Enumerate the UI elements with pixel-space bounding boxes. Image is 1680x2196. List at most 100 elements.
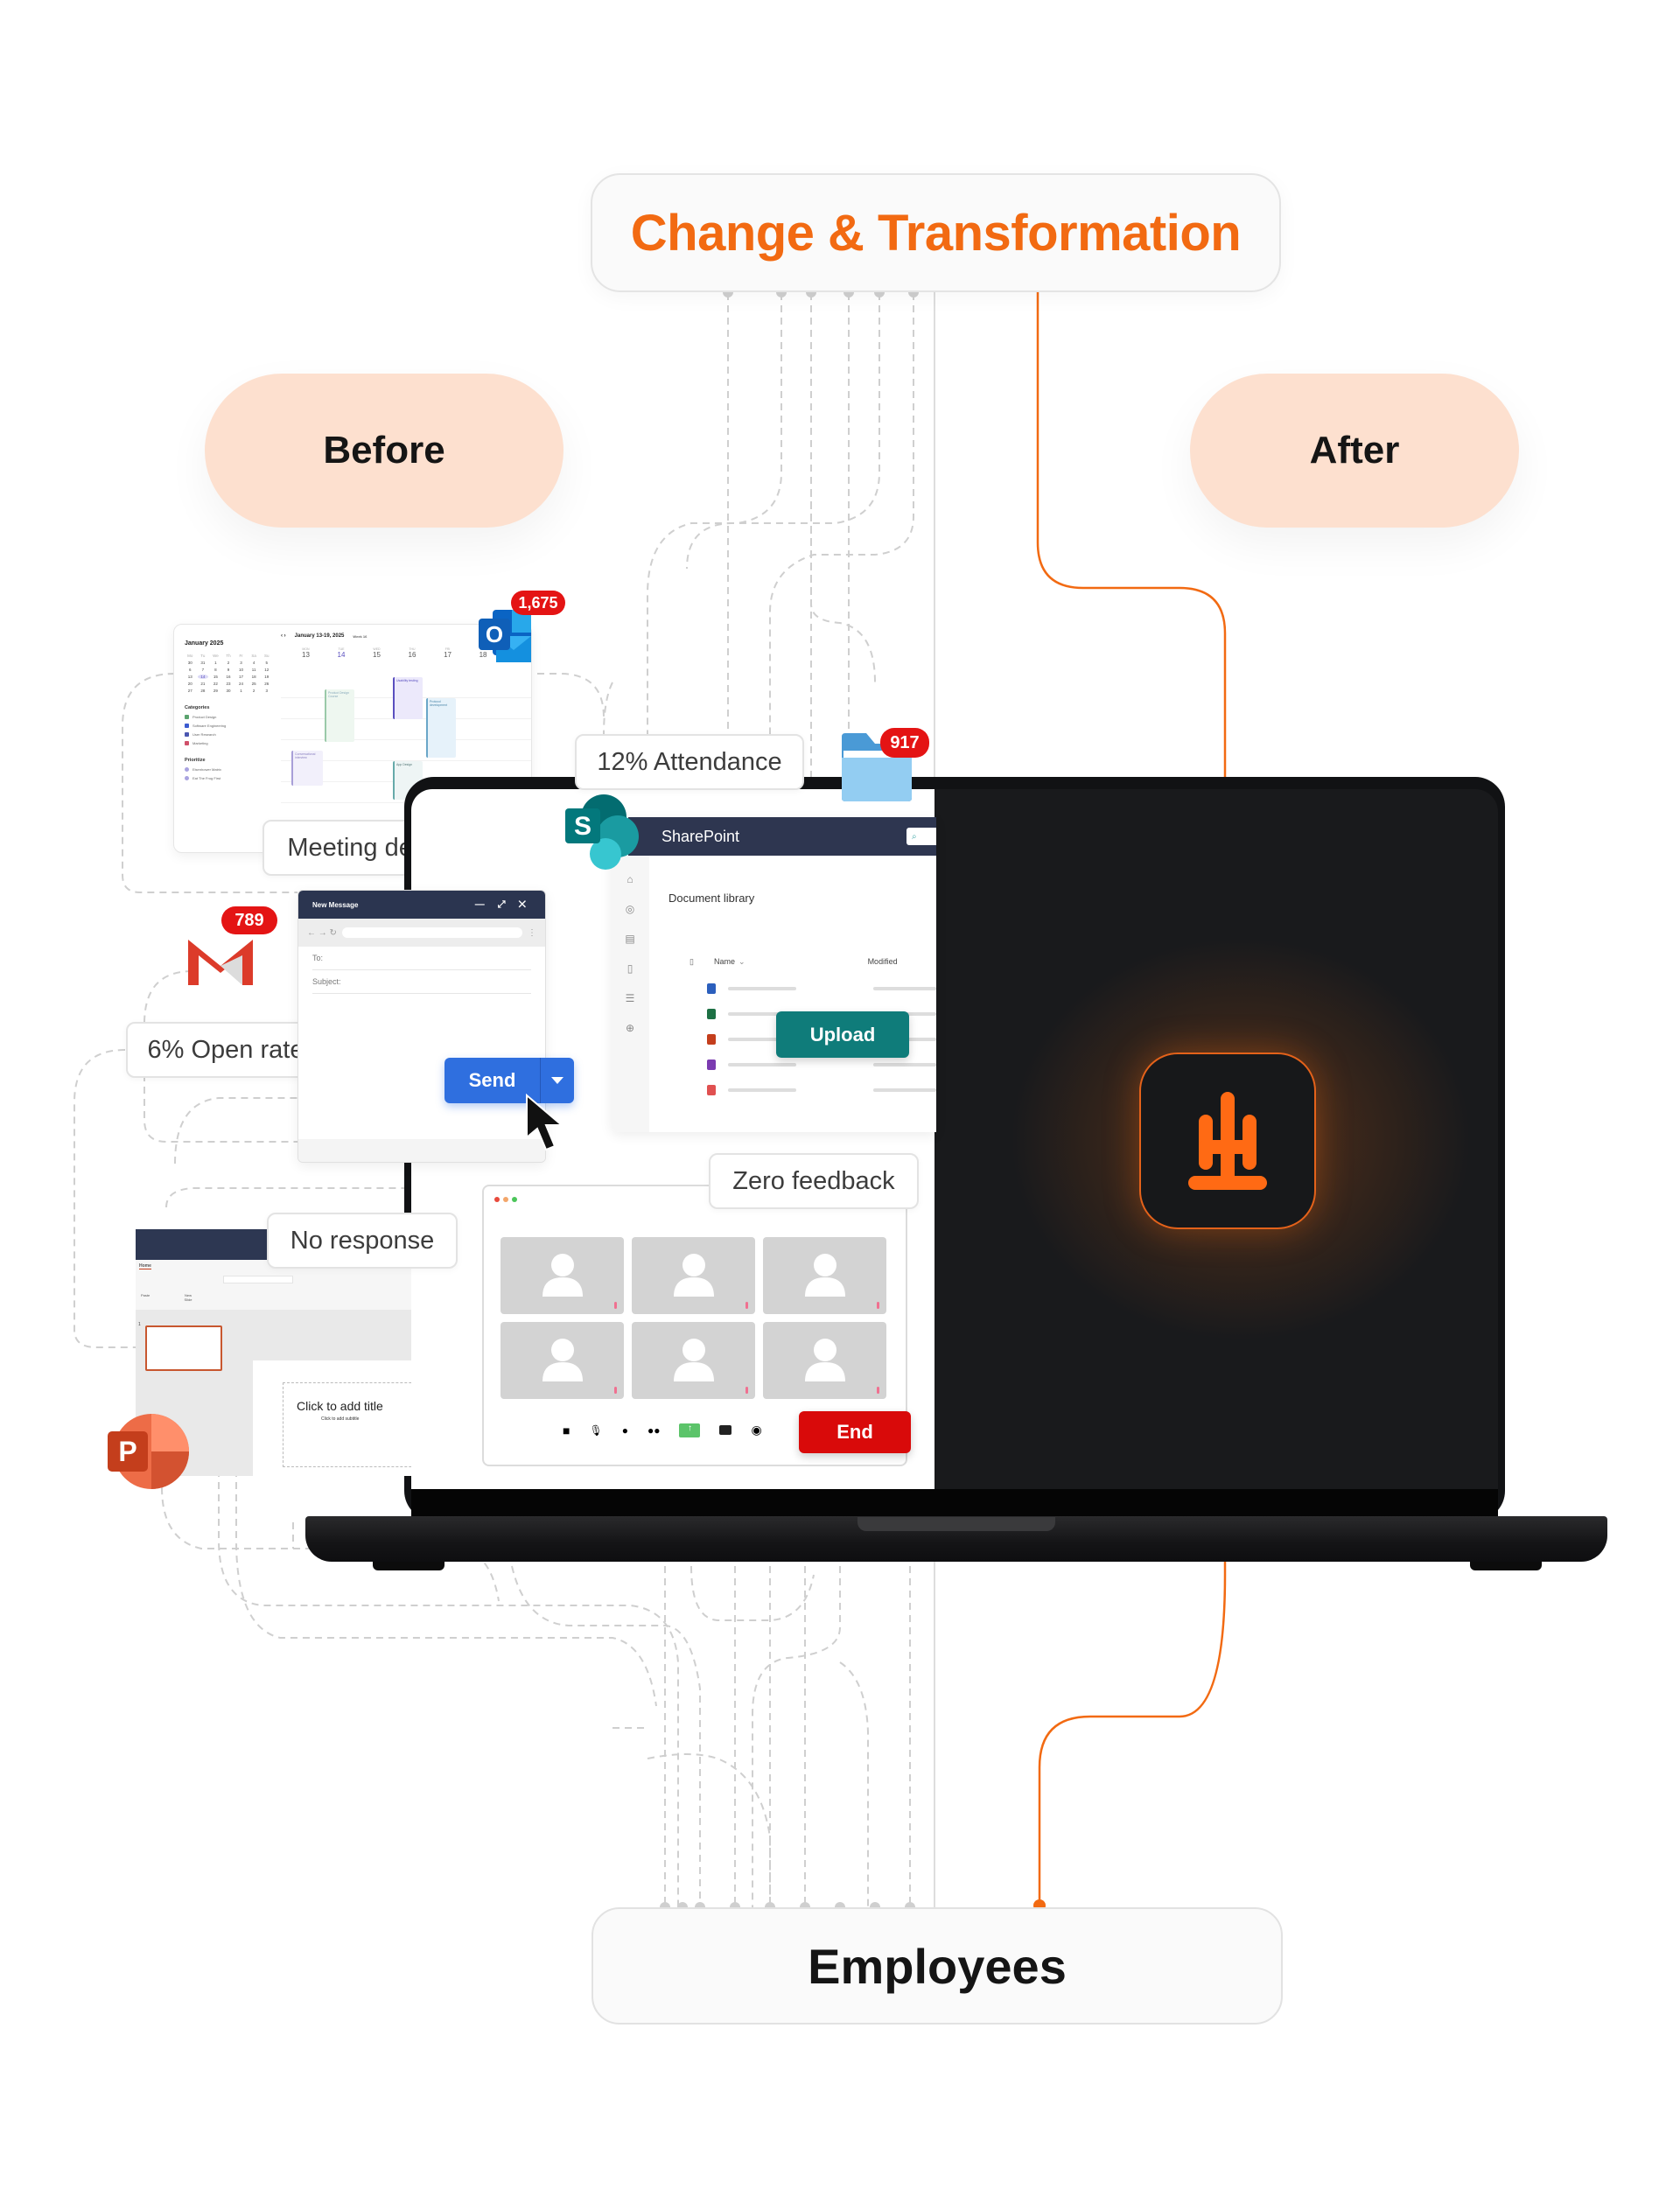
user-avatar-icon	[804, 1339, 845, 1381]
mini-calendar-date[interactable]: 30	[185, 661, 196, 665]
mini-calendar-date[interactable]: 3	[235, 661, 247, 665]
file-icon[interactable]	[707, 1060, 716, 1070]
calendar-event[interactable]: Product Design Course	[325, 689, 354, 742]
checkbox-icon[interactable]	[185, 715, 189, 719]
mini-calendar-date[interactable]: 18	[248, 675, 260, 679]
font-select[interactable]	[223, 1276, 293, 1283]
category-item[interactable]: Marketing	[185, 741, 272, 745]
address-bar[interactable]	[341, 927, 522, 938]
mini-calendar-date[interactable]: 5	[261, 661, 272, 665]
week-day-header[interactable]: MON 13	[302, 647, 310, 659]
mini-calendar-date[interactable]: 6	[185, 668, 196, 672]
checkbox-icon[interactable]	[185, 724, 189, 728]
mini-calendar-date[interactable]: 4	[248, 661, 260, 665]
category-item[interactable]: User Research	[185, 732, 272, 737]
col-name[interactable]: Name	[714, 957, 735, 967]
back-forward-icon[interactable]: ← → ↻	[307, 928, 337, 938]
col-modified[interactable]: Modified	[868, 957, 898, 967]
mini-calendar-date[interactable]: 23	[223, 682, 234, 686]
participant-icon[interactable]: ●	[622, 1424, 628, 1437]
home-icon[interactable]: ⌂	[611, 873, 649, 885]
mini-calendar-date[interactable]: 2	[223, 661, 234, 665]
mini-calendar-date[interactable]: 13	[185, 675, 196, 679]
end-call-button[interactable]: End	[799, 1411, 911, 1453]
checkbox-icon[interactable]	[185, 732, 189, 737]
mini-calendar-date[interactable]: 2	[248, 689, 260, 693]
participant-tile[interactable]	[763, 1322, 886, 1399]
mini-calendar-date[interactable]: 15	[210, 675, 221, 679]
mini-calendar-date[interactable]: 1	[235, 689, 247, 693]
more-icon[interactable]: ⋮	[528, 928, 536, 938]
file-icon[interactable]	[707, 1034, 716, 1045]
participants-icon[interactable]: ●●	[648, 1424, 661, 1437]
participant-tile[interactable]	[632, 1322, 755, 1399]
share-screen-icon[interactable]: ↑	[679, 1423, 701, 1437]
prev-next-icon[interactable]: ‹ ›	[281, 633, 286, 639]
add-icon[interactable]: ⊕	[611, 1022, 649, 1034]
file-icon[interactable]: ▯	[611, 962, 649, 975]
mini-calendar-date[interactable]: 8	[210, 668, 221, 672]
sharepoint-rail: ⌂ ◎ ▤ ▯ ☰ ⊕	[611, 856, 649, 1132]
microphone-icon[interactable]: 🎙	[589, 1424, 602, 1437]
file-icon[interactable]	[707, 1085, 716, 1095]
mini-calendar-date[interactable]: 21	[198, 682, 209, 686]
search-icon[interactable]: ⌕	[906, 828, 936, 845]
news-icon[interactable]: ▤	[611, 933, 649, 945]
mini-calendar-date[interactable]: 1	[210, 661, 221, 665]
category-item[interactable]: Software Engineering	[185, 724, 272, 728]
mini-calendar-date[interactable]: 29	[210, 689, 221, 693]
mini-calendar-date[interactable]: 16	[223, 675, 234, 679]
calendar-event[interactable]: Usability testing	[393, 677, 423, 719]
mini-calendar-date[interactable]: 10	[235, 668, 247, 672]
participant-tile[interactable]	[632, 1237, 755, 1314]
file-icon[interactable]	[707, 983, 716, 994]
mini-calendar-date[interactable]: 3	[261, 689, 272, 693]
week-day-header[interactable]: TUE 14	[338, 647, 346, 659]
list-icon[interactable]: ☰	[611, 992, 649, 1004]
mini-calendar-date[interactable]: 20	[185, 682, 196, 686]
mini-calendar-date[interactable]: 28	[198, 689, 209, 693]
to-field[interactable]: To:	[312, 947, 531, 970]
tab-home[interactable]: Home	[139, 1263, 151, 1269]
window-controls[interactable]: — ⤢ ✕	[475, 899, 531, 911]
category-item[interactable]: Product Design	[185, 715, 272, 719]
mini-calendar-date[interactable]: 7	[198, 668, 209, 672]
title-placeholder[interactable]	[283, 1382, 411, 1467]
app-logo-tile[interactable]	[1139, 1053, 1316, 1229]
upload-button[interactable]: Upload	[776, 1011, 909, 1058]
chat-icon[interactable]	[719, 1425, 732, 1435]
week-day-header[interactable]: FRI 17	[444, 647, 452, 659]
mini-calendar-date[interactable]: 30	[223, 689, 234, 693]
mini-calendar-date[interactable]: 9	[223, 668, 234, 672]
calendar-event[interactable]: Protocol development	[426, 698, 456, 758]
globe-icon[interactable]: ◎	[611, 903, 649, 915]
prioritize-item[interactable]: Eat The Frog First	[185, 776, 272, 780]
participant-tile[interactable]	[500, 1322, 624, 1399]
slide-thumbnail[interactable]	[145, 1325, 222, 1371]
calendar-event[interactable]: Conversational interview	[291, 751, 323, 786]
new-slide-button[interactable]: New Slide	[181, 1293, 195, 1302]
mini-calendar-date[interactable]: 27	[185, 689, 196, 693]
week-day-header[interactable]: THU 16	[409, 647, 416, 659]
participant-tile[interactable]	[763, 1237, 886, 1314]
prioritize-item[interactable]: Eisenhower Matrix	[185, 767, 272, 772]
mini-calendar-date[interactable]: 22	[210, 682, 221, 686]
mini-calendar-date[interactable]: 31	[198, 661, 209, 665]
subject-field[interactable]: Subject:	[312, 970, 531, 994]
mini-calendar-date[interactable]: 12	[261, 668, 272, 672]
paste-button[interactable]: Paste	[141, 1293, 150, 1297]
camera-icon[interactable]: ■	[563, 1423, 570, 1437]
week-day-header[interactable]: WED 15	[373, 647, 381, 659]
mini-calendar-date[interactable]: 11	[248, 668, 260, 672]
mini-calendar-date[interactable]: 14	[197, 675, 209, 679]
mini-calendar-date[interactable]: 26	[261, 682, 272, 686]
participant-tile[interactable]	[500, 1237, 624, 1314]
mini-calendar-date[interactable]: 25	[248, 682, 260, 686]
mini-calendar-date[interactable]: 19	[261, 675, 272, 679]
mini-calendar-date[interactable]: 24	[235, 682, 247, 686]
subtitle-placeholder-text: Click to add subtitle	[321, 1416, 360, 1422]
record-icon[interactable]: ◉	[751, 1423, 761, 1437]
checkbox-icon[interactable]	[185, 741, 189, 745]
file-icon[interactable]	[707, 1009, 716, 1019]
mini-calendar-date[interactable]: 17	[235, 675, 247, 679]
